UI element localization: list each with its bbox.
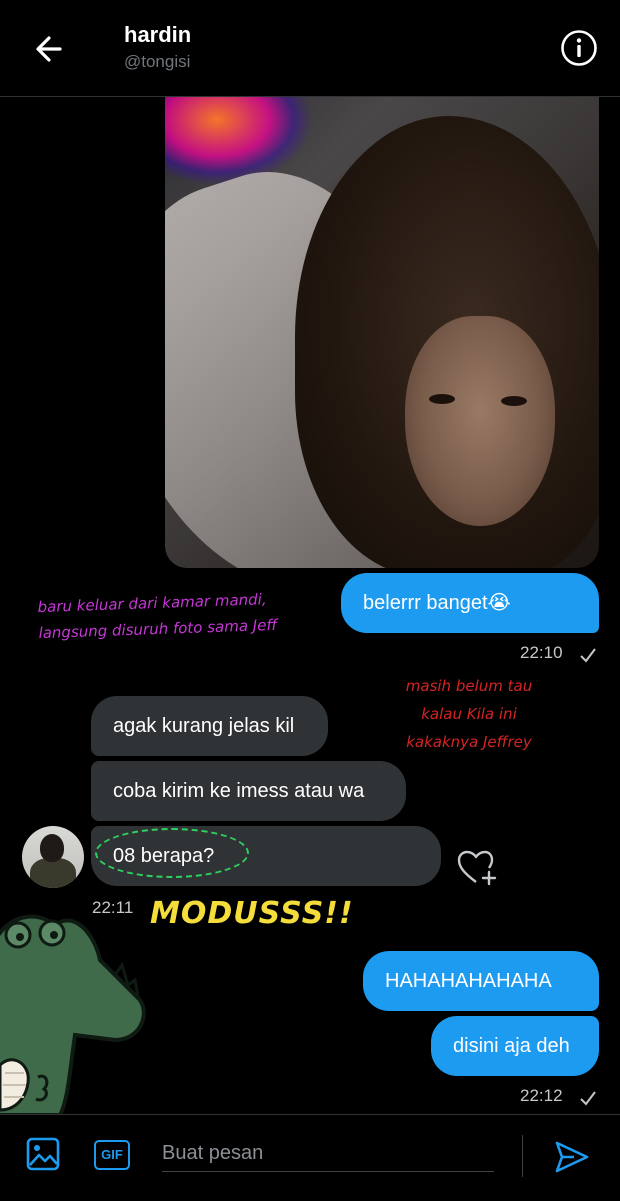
photo-detail [405, 316, 555, 526]
check-icon [580, 648, 596, 663]
sent-message[interactable]: belerrr banget😭 [341, 573, 599, 633]
message-text: belerrr banget😭 [363, 592, 511, 614]
annotation-circle [95, 828, 249, 878]
crocodile-sticker [0, 914, 146, 1115]
annotation-line: kalau Kila ini [421, 705, 517, 723]
image-icon[interactable] [26, 1137, 60, 1171]
arrow-left-icon[interactable] [30, 30, 68, 68]
avatar-detail [40, 834, 64, 862]
message-timestamp: 22:10 [520, 643, 563, 662]
annotation-line: kakaknya Jeffrey [406, 733, 532, 751]
received-message[interactable]: coba kirim ke imess atau wa [91, 761, 406, 821]
send-icon[interactable] [554, 1139, 590, 1175]
annotation-purple: baru keluar dari kamar mandi, langsung d… [37, 586, 277, 646]
sent-message[interactable]: disini aja deh [431, 1016, 599, 1076]
heart-plus-icon[interactable] [456, 848, 500, 888]
avatar-detail [30, 858, 76, 888]
message-text: HAHAHAHAHAHA [385, 970, 552, 992]
gif-label: GIF [101, 1147, 123, 1162]
message-composer: GIF [0, 1114, 620, 1201]
composer-divider [522, 1135, 523, 1177]
received-message[interactable]: agak kurang jelas kil [91, 696, 328, 756]
message-input[interactable] [162, 1135, 494, 1172]
avatar[interactable] [22, 826, 84, 888]
annotation-yellow: MODUSSS!! [150, 896, 354, 931]
info-icon[interactable] [560, 29, 598, 67]
photo-message[interactable] [165, 96, 599, 568]
annotation-red: masih belum tau kalau Kila ini kakaknya … [374, 672, 564, 756]
message-text: coba kirim ke imess atau wa [113, 780, 365, 802]
photo-detail [429, 394, 455, 404]
message-text: agak kurang jelas kil [113, 715, 295, 737]
conversation-header: hardin @tongisi [0, 0, 620, 97]
check-icon [580, 1091, 596, 1106]
conversation-title[interactable]: hardin [124, 22, 191, 48]
photo-detail [501, 396, 527, 406]
sent-message[interactable]: HAHAHAHAHAHA [363, 951, 599, 1011]
annotation-line: masih belum tau [405, 677, 533, 695]
conversation-handle[interactable]: @tongisi [124, 52, 190, 72]
message-timestamp: 22:12 [520, 1086, 563, 1105]
gif-button[interactable]: GIF [94, 1140, 130, 1170]
message-text: disini aja deh [453, 1035, 570, 1057]
